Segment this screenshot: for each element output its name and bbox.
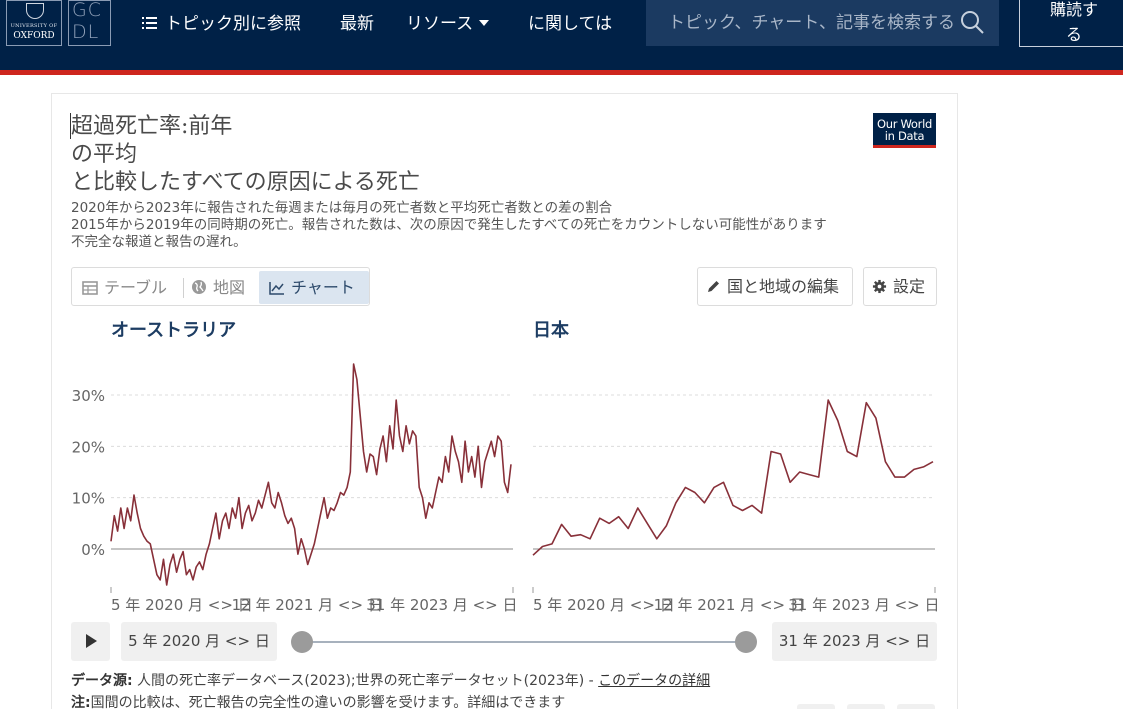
fullscreen-button[interactable] <box>847 704 885 709</box>
list-icon <box>142 17 157 30</box>
timeline-start-label[interactable]: 5 年 2020 月 <> 日 <box>121 622 277 661</box>
nav-resources-label: リソース <box>406 14 474 34</box>
caret-down-icon <box>479 20 490 26</box>
data-source-text: 人間の死亡率データベース(2023);世界の死亡率データセット(2023年) - <box>132 673 599 689</box>
timeline-slider-track[interactable] <box>302 641 746 643</box>
oxford-logo[interactable]: UNIVERSITY OF OXFORD <box>6 0 62 46</box>
owid-logo-line2: in Data <box>884 129 925 143</box>
tab-chart[interactable]: チャート <box>259 271 369 304</box>
play-icon <box>86 634 97 648</box>
oxford-logo-university: UNIVERSITY OF <box>10 23 58 29</box>
nav-topics[interactable]: トピック別に参照 <box>142 9 301 34</box>
gcdl-logo-bottom: DL <box>72 21 100 43</box>
tab-map-label: 地図 <box>213 278 246 297</box>
timeline-start-handle[interactable] <box>291 631 313 653</box>
pencil-icon <box>708 281 719 292</box>
tab-table[interactable]: テーブル <box>82 271 167 304</box>
tab-table-label: テーブル <box>104 278 168 297</box>
facet-title-japan: 日本 <box>533 320 569 341</box>
timeline-end-handle[interactable] <box>735 631 757 653</box>
search-input[interactable] <box>646 0 956 46</box>
data-source: データ源: 人間の死亡率データベース(2023);世界の死亡率データセット(20… <box>71 670 710 690</box>
chart-note: 注:国間の比較は、死亡報告の完全性の違いの影響を受けます。詳細はできます <box>71 692 565 709</box>
share-button[interactable] <box>797 704 835 709</box>
table-icon <box>82 281 98 295</box>
search-box <box>646 0 999 46</box>
globe-icon <box>192 280 206 294</box>
chart-subtitle: 2020年から2023年に報告された毎週または毎月の死亡者数と平均死亡者数との差… <box>71 200 827 250</box>
nav-resources[interactable]: リソース <box>406 9 490 34</box>
nav-about[interactable]: に関しては <box>528 9 612 34</box>
gear-icon <box>872 279 887 294</box>
nav-latest[interactable]: 最新 <box>340 9 374 34</box>
gcdl-logo[interactable]: GC DL <box>68 0 111 46</box>
edit-countries-button[interactable]: 国と地域の編集 <box>697 267 853 306</box>
our-world-in-data-logo[interactable]: Our World in Data <box>873 113 936 148</box>
view-tabs: テーブル 地図 チャート <box>71 267 370 306</box>
settings-label: 設定 <box>893 277 926 296</box>
tab-divider <box>183 278 184 298</box>
search-icon[interactable] <box>958 8 986 36</box>
gcdl-logo-top: GC <box>72 0 102 21</box>
oxford-logo-name: OXFORD <box>13 31 55 41</box>
timeline-end-label[interactable]: 31 年 2023 月 <> 日 <box>772 622 937 661</box>
chart-title: 超過死亡率:前年 の平均 と比較したすべての原因による死亡 <box>71 114 420 195</box>
facet-title-australia: オーストラリア <box>111 320 237 341</box>
oxford-crest-icon <box>26 3 44 19</box>
nav-topics-label: トピック別に参照 <box>165 14 301 34</box>
data-details-link[interactable]: このデータの詳細 <box>598 673 710 689</box>
data-source-label: データ源: <box>71 673 133 689</box>
tab-map[interactable]: 地図 <box>191 271 245 304</box>
line-chart-icon <box>269 282 284 295</box>
settings-button[interactable]: 設定 <box>863 267 937 306</box>
tab-chart-label: チャート <box>291 278 355 297</box>
download-button[interactable] <box>897 704 935 709</box>
edit-countries-label: 国と地域の編集 <box>727 277 840 296</box>
subscribe-button[interactable]: 購読す る <box>1019 0 1123 47</box>
navigation-accent-stripe <box>0 70 1123 75</box>
chart-note-text: 国間の比較は、死亡報告の完全性の違いの影響を受けます。詳細はできます <box>90 695 566 709</box>
chart-note-label: 注: <box>71 695 91 709</box>
play-button[interactable] <box>71 622 110 661</box>
subscribe-label: 購読す る <box>1049 0 1098 44</box>
